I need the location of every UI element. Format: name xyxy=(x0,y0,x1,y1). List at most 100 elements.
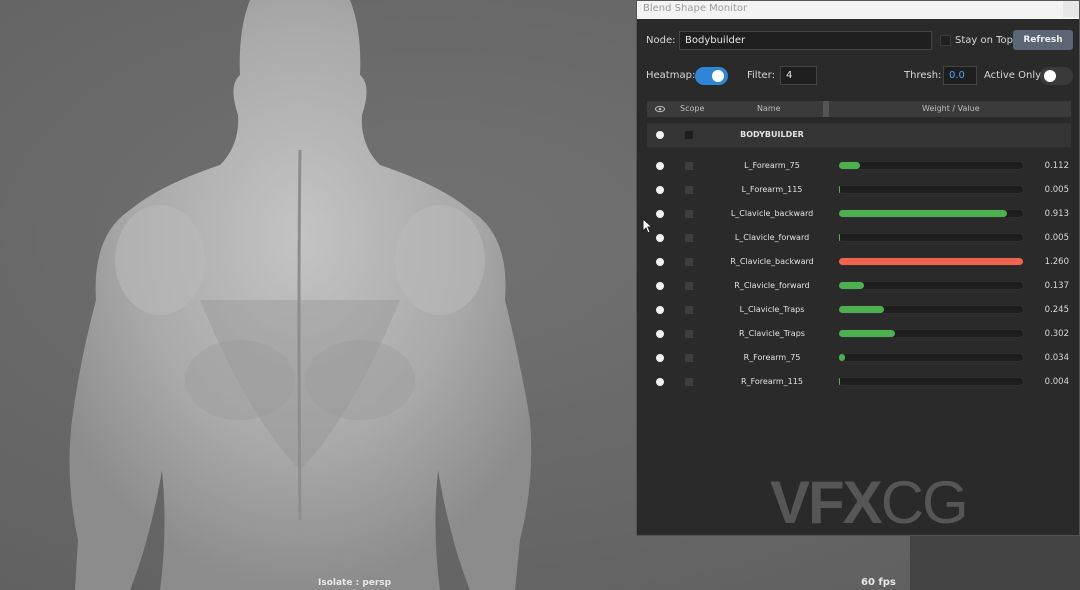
weight-bar-fill xyxy=(839,258,1023,265)
table-row[interactable]: L_Forearm_75 0.112 xyxy=(647,156,1071,176)
weight-value: 0.034 xyxy=(1044,353,1069,363)
weight-bar-fill xyxy=(839,210,1007,217)
column-weight[interactable]: Weight / Value xyxy=(922,101,980,117)
watermark-bold: VFX xyxy=(770,469,883,536)
table-row[interactable]: L_Clavicle_backward 0.913 xyxy=(647,204,1071,224)
heatmap-toggle[interactable] xyxy=(695,67,728,85)
active-only-label: Active Only xyxy=(984,70,1042,81)
table-row[interactable]: L_Clavicle_Traps 0.245 xyxy=(647,300,1071,320)
title-bar[interactable]: Blend Shape Monitor xyxy=(637,1,1079,19)
stay-on-top-checkbox[interactable] xyxy=(940,35,951,46)
scope-checkbox[interactable] xyxy=(685,306,693,314)
group-row[interactable]: BODYBUILDER xyxy=(647,123,1071,147)
table-row[interactable]: R_Clavicle_Traps 0.302 xyxy=(647,324,1071,344)
blend-shape-monitor-window: Blend Shape Monitor Node: Bodybuilder St… xyxy=(636,0,1080,536)
weight-value: 0.004 xyxy=(1044,377,1069,387)
visibility-dot[interactable] xyxy=(656,162,664,170)
weight-bar-fill xyxy=(839,330,895,337)
blendshape-name: R_Clavicle_backward xyxy=(730,257,814,266)
weight-value: 0.137 xyxy=(1044,281,1069,291)
camera-label: Isolate : persp xyxy=(318,578,392,588)
filter-field[interactable]: 4 xyxy=(780,66,817,85)
scope-checkbox[interactable] xyxy=(685,131,693,139)
weight-bar[interactable] xyxy=(838,353,1024,362)
thresh-field[interactable]: 0.0 xyxy=(943,66,977,85)
weight-bar[interactable] xyxy=(838,233,1024,242)
weight-bar-fill xyxy=(839,186,840,193)
blendshape-name: L_Clavicle_Traps xyxy=(739,305,805,314)
scope-checkbox[interactable] xyxy=(685,162,693,170)
visibility-dot[interactable] xyxy=(656,354,664,362)
thresh-label: Thresh: xyxy=(904,70,942,81)
weight-bar[interactable] xyxy=(838,329,1024,338)
column-resize-handle[interactable] xyxy=(823,101,829,117)
weight-value: 0.913 xyxy=(1044,209,1069,219)
blendshape-name: L_Clavicle_backward xyxy=(730,209,814,218)
eye-icon[interactable] xyxy=(655,101,665,123)
visibility-dot[interactable] xyxy=(656,306,664,314)
weight-bar[interactable] xyxy=(838,281,1024,290)
table-row[interactable]: L_Clavicle_forward 0.005 xyxy=(647,228,1071,248)
toggle-knob xyxy=(712,70,724,82)
scope-checkbox[interactable] xyxy=(685,330,693,338)
table-row[interactable]: R_Clavicle_forward 0.137 xyxy=(647,276,1071,296)
visibility-dot[interactable] xyxy=(656,210,664,218)
scope-checkbox[interactable] xyxy=(685,354,693,362)
bodybuilder-model xyxy=(69,0,532,590)
weight-bar-fill xyxy=(839,282,865,289)
table-row[interactable]: R_Forearm_115 0.004 xyxy=(647,372,1071,392)
stay-on-top-label: Stay on Top xyxy=(955,35,1014,46)
weight-bar[interactable] xyxy=(838,161,1024,170)
table-header: Scope Name Weight / Value xyxy=(647,101,1071,117)
filter-label: Filter: xyxy=(747,70,775,81)
weight-bar-fill xyxy=(839,378,840,385)
visibility-dot[interactable] xyxy=(656,282,664,290)
scope-checkbox[interactable] xyxy=(685,210,693,218)
scope-checkbox[interactable] xyxy=(685,186,693,194)
weight-bar[interactable] xyxy=(838,377,1024,386)
column-scope[interactable]: Scope xyxy=(680,101,704,117)
column-name[interactable]: Name xyxy=(757,101,781,117)
table-row[interactable]: L_Forearm_115 0.005 xyxy=(647,180,1071,200)
visibility-dot[interactable] xyxy=(656,330,664,338)
weight-value: 0.005 xyxy=(1044,185,1069,195)
blendshape-name: L_Forearm_75 xyxy=(744,161,800,170)
blendshape-name: R_Forearm_115 xyxy=(741,377,803,386)
close-button[interactable] xyxy=(1063,1,1079,17)
weight-bar[interactable] xyxy=(838,257,1024,266)
weight-bar-fill xyxy=(839,234,840,241)
watermark-logo: VFXCG xyxy=(770,468,969,537)
refresh-button[interactable]: Refresh xyxy=(1013,30,1073,50)
active-only-toggle[interactable] xyxy=(1040,67,1073,85)
weight-value: 0.112 xyxy=(1044,161,1069,171)
blendshape-name: L_Forearm_115 xyxy=(741,185,803,194)
weight-bar[interactable] xyxy=(838,209,1024,218)
weight-bar[interactable] xyxy=(838,185,1024,194)
visibility-dot[interactable] xyxy=(656,378,664,386)
table-row[interactable]: R_Clavicle_backward 1.260 xyxy=(647,252,1071,272)
group-name: BODYBUILDER xyxy=(740,130,804,139)
blendshape-name: R_Forearm_75 xyxy=(743,353,801,362)
weight-bar-fill xyxy=(839,306,885,313)
visibility-dot[interactable] xyxy=(656,234,664,242)
weight-bar-fill xyxy=(839,354,846,361)
visibility-dot[interactable] xyxy=(656,131,664,139)
scope-checkbox[interactable] xyxy=(685,258,693,266)
blendshape-name: R_Clavicle_Traps xyxy=(739,329,805,338)
weight-value: 1.260 xyxy=(1044,257,1069,267)
scope-checkbox[interactable] xyxy=(685,378,693,386)
toggle-knob xyxy=(1044,70,1056,82)
node-field[interactable]: Bodybuilder xyxy=(679,31,932,50)
visibility-dot[interactable] xyxy=(656,186,664,194)
blendshape-name: R_Clavicle_forward xyxy=(734,281,810,290)
table-row[interactable]: R_Forearm_75 0.034 xyxy=(647,348,1071,368)
node-label: Node: xyxy=(646,35,676,46)
weight-value: 0.245 xyxy=(1044,305,1069,315)
weight-bar[interactable] xyxy=(838,305,1024,314)
weight-bar-fill xyxy=(839,162,860,169)
watermark-light: CG xyxy=(880,469,969,536)
visibility-dot[interactable] xyxy=(656,258,664,266)
scope-checkbox[interactable] xyxy=(685,234,693,242)
weight-value: 0.005 xyxy=(1044,233,1069,243)
scope-checkbox[interactable] xyxy=(685,282,693,290)
